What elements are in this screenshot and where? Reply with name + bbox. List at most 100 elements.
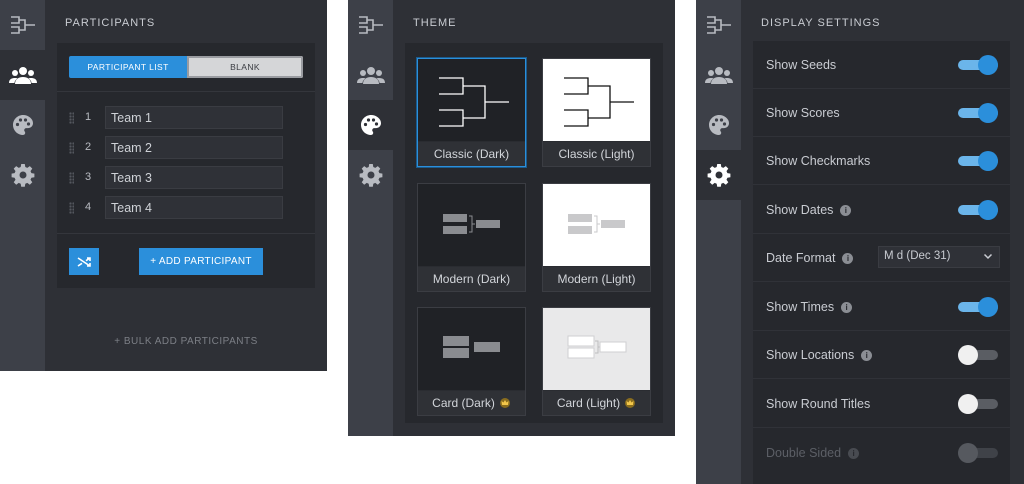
display-settings-panel: DISPLAY SETTINGS Show Seeds Show Scores … [696,0,1024,484]
setting-label: Show Round Titles [766,397,871,411]
setting-row-show-scores: Show Scores [753,89,1010,137]
setting-label: Double Sided i [766,446,860,460]
side-rail [0,0,45,371]
rail-bracket-tab[interactable] [348,0,393,50]
setting-row-show-checkmarks: Show Checkmarks [753,137,1010,185]
info-icon[interactable]: i [842,252,854,264]
crown-icon [499,398,510,408]
setting-label: Show Locations i [766,348,873,362]
gear-icon [359,164,382,187]
setting-label: Show Dates i [766,203,852,217]
rail-theme-tab[interactable] [348,100,393,150]
theme-preview [543,184,650,266]
setting-row-show-locations: Show Locations i [753,331,1010,379]
side-rail [696,0,741,484]
participant-name-input[interactable]: Team 1 [105,106,283,129]
view-toggle: PARTICIPANT LIST BLANK [69,56,303,78]
section-title: DISPLAY SETTINGS [761,17,881,29]
theme-label: Modern (Light) [543,267,650,291]
bracket-icon [706,16,731,34]
theme-label: Classic (Dark) [418,142,525,166]
gear-icon [11,164,34,187]
divider [57,91,315,92]
rail-participants-tab[interactable] [696,50,741,100]
participant-row: 4 Team 4 [57,196,315,220]
theme-preview [418,184,525,266]
show-checkmarks-toggle[interactable] [958,151,998,171]
rail-bracket-tab[interactable] [696,0,741,50]
theme-label: Classic (Light) [543,142,650,166]
theme-option-modern-dark[interactable]: Modern (Dark) [417,183,526,292]
rail-bracket-tab[interactable] [0,0,45,50]
crown-icon [625,398,636,408]
setting-row-show-round-titles: Show Round Titles [753,380,1010,428]
setting-row-double-sided: Double Sided i [753,429,1010,477]
rail-participants-tab[interactable] [348,50,393,100]
rail-settings-tab[interactable] [0,150,45,200]
rail-settings-tab[interactable] [348,150,393,200]
drag-handle-icon[interactable] [69,202,74,214]
chevron-down-icon [983,253,993,260]
users-icon [8,67,37,84]
info-icon[interactable]: i [841,301,853,313]
setting-label: Show Seeds [766,58,837,72]
participant-name-input[interactable]: Team 3 [105,166,283,189]
info-icon[interactable]: i [840,204,852,216]
participant-name-input[interactable]: Team 2 [105,136,283,159]
theme-option-classic-dark[interactable]: Classic (Dark) [417,58,526,167]
theme-option-classic-light[interactable]: Classic (Light) [542,58,651,167]
rail-participants-tab[interactable] [0,50,45,100]
theme-label: Modern (Dark) [418,267,525,291]
rail-theme-tab[interactable] [696,100,741,150]
show-round-titles-toggle[interactable] [958,394,998,414]
theme-preview [543,308,650,390]
show-locations-toggle[interactable] [958,345,998,365]
add-participant-button[interactable]: + ADD PARTICIPANT [139,248,263,275]
palette-icon [360,115,381,135]
show-times-toggle[interactable] [958,297,998,317]
setting-row-date-format: Date Format i M d (Dec 31) [753,234,1010,282]
participant-number: 3 [85,171,92,183]
drag-handle-icon[interactable] [69,142,74,154]
section-title: PARTICIPANTS [65,17,156,29]
show-dates-toggle[interactable] [958,200,998,220]
double-sided-toggle [958,443,998,463]
theme-option-card-dark[interactable]: Card (Dark) [417,307,526,416]
participant-name-input[interactable]: Team 4 [105,196,283,219]
divider [57,233,315,234]
bracket-icon [10,16,35,34]
rail-settings-tab[interactable] [696,150,741,200]
participant-number: 4 [85,201,92,213]
theme-grid: Classic (Dark) Classic (Light) Modern (D… [405,43,663,423]
shuffle-icon [77,256,91,267]
theme-label: Card (Light) [543,391,650,415]
show-scores-toggle[interactable] [958,103,998,123]
drag-handle-icon[interactable] [69,112,74,124]
gear-icon [707,164,730,187]
tab-blank[interactable]: BLANK [187,56,303,78]
info-icon[interactable]: i [861,349,873,361]
theme-panel: THEME Classic (Dark) Classic (Light) Mod… [348,0,675,436]
theme-option-modern-light[interactable]: Modern (Light) [542,183,651,292]
participant-number: 1 [85,111,92,123]
theme-label: Card (Dark) [418,391,525,415]
drag-handle-icon[interactable] [69,172,74,184]
setting-row-show-times: Show Times i [753,283,1010,331]
shuffle-button[interactable] [69,248,99,275]
info-icon: i [848,447,860,459]
participant-row: 2 Team 2 [57,136,315,160]
rail-theme-tab[interactable] [0,100,45,150]
participants-box: PARTICIPANT LIST BLANK 1 Team 1 2 Team 2… [57,43,315,288]
theme-preview [418,308,525,390]
tab-participant-list[interactable]: PARTICIPANT LIST [69,56,187,78]
theme-option-card-light[interactable]: Card (Light) [542,307,651,416]
users-icon [356,67,385,84]
show-seeds-toggle[interactable] [958,55,998,75]
setting-row-show-seeds: Show Seeds [753,41,1010,89]
date-format-select[interactable]: M d (Dec 31) [878,246,1000,268]
setting-row-show-dates: Show Dates i [753,186,1010,234]
section-title: THEME [413,17,457,29]
users-icon [704,67,733,84]
setting-label: Show Times i [766,300,853,314]
bulk-add-participants-link[interactable]: + BULK ADD PARTICIPANTS [45,336,327,347]
